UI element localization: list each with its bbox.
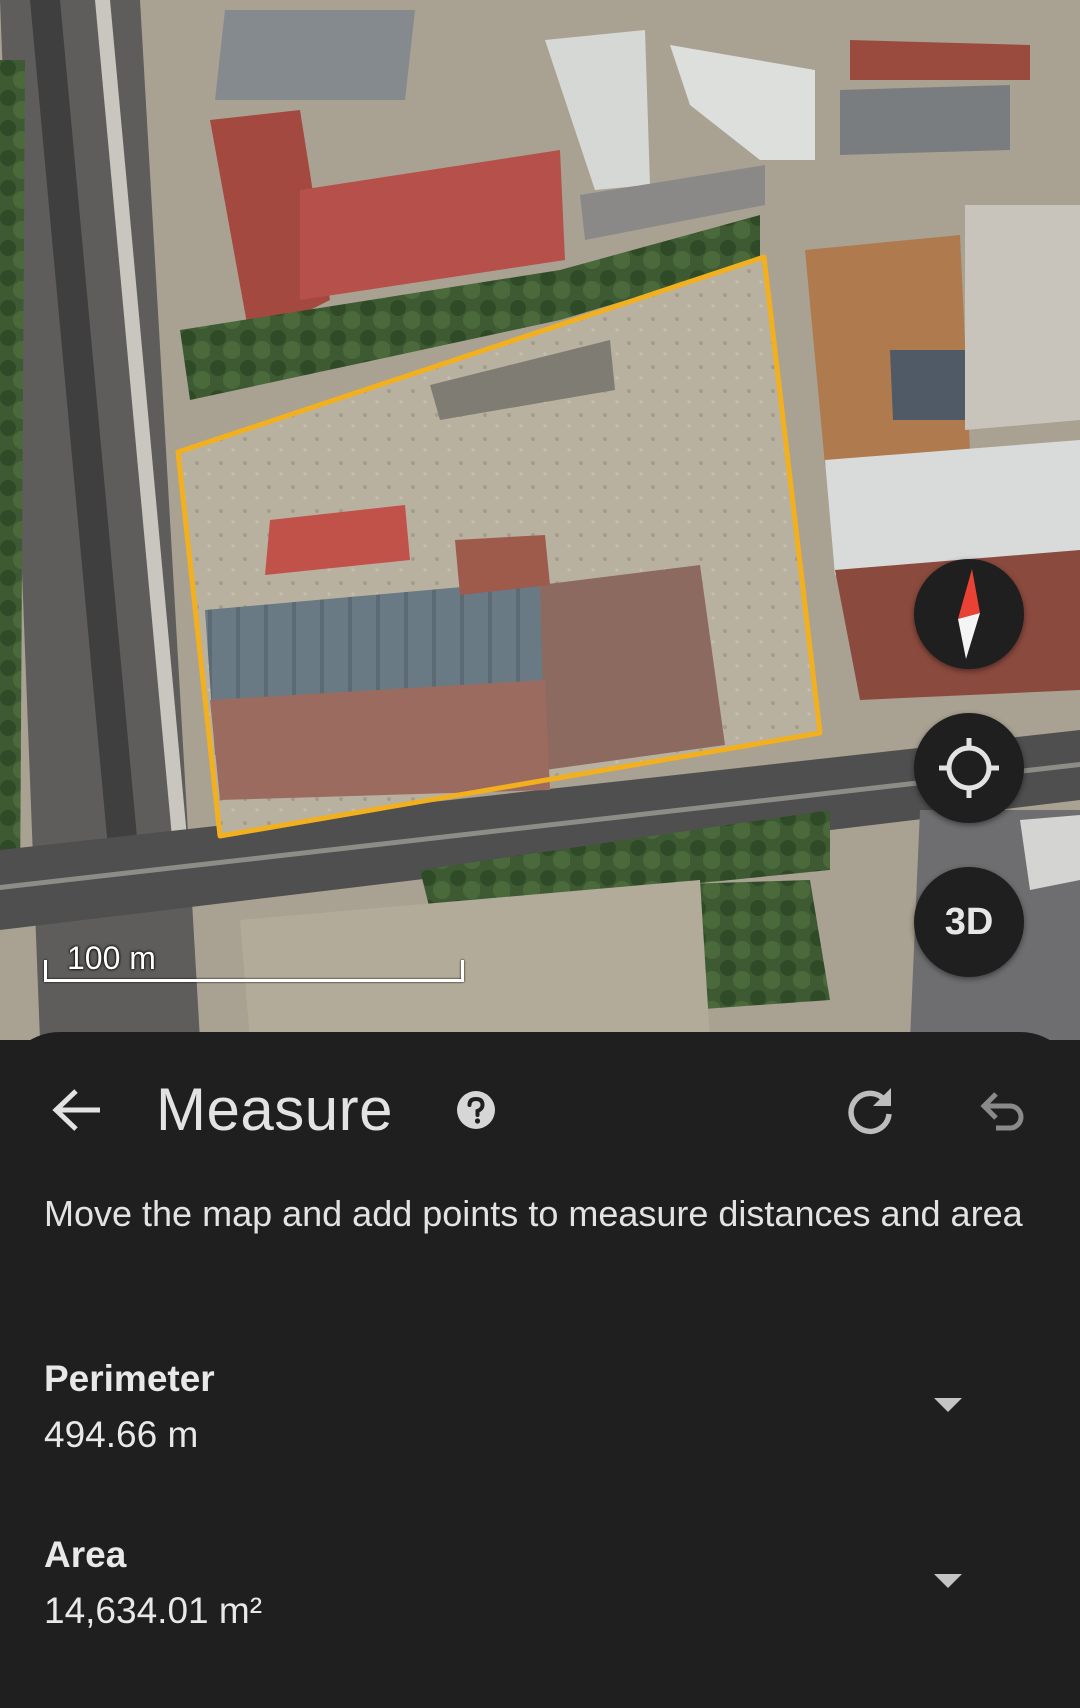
satellite-imagery	[0, 0, 1080, 1040]
chevron-down-icon[interactable]	[932, 1395, 964, 1415]
redo-icon	[848, 1088, 892, 1135]
area-label: Area	[44, 1534, 127, 1575]
undo-icon	[980, 1092, 1024, 1131]
area-row[interactable]: Area 14,634.01 m²	[0, 1526, 1080, 1656]
help-button[interactable]	[456, 1090, 496, 1130]
redo-button[interactable]	[842, 1082, 898, 1138]
area-value: 14,634.01 m²	[44, 1590, 263, 1631]
perimeter-row[interactable]: Perimeter 494.66 m	[0, 1350, 1080, 1480]
3d-label: 3D	[944, 900, 994, 943]
scale-bar	[44, 960, 464, 982]
back-button[interactable]	[44, 1077, 110, 1143]
perimeter-label: Perimeter	[44, 1358, 215, 1399]
3d-toggle-button[interactable]: 3D	[914, 867, 1024, 977]
arrow-back-icon	[52, 1089, 100, 1131]
panel-title: Measure	[156, 1076, 393, 1143]
map-scale: 100 m	[44, 940, 466, 984]
instructions-text: Move the map and add points to measure d…	[44, 1193, 1023, 1234]
my-location-icon	[939, 738, 999, 798]
chevron-down-icon[interactable]	[932, 1571, 964, 1591]
help-circle-icon	[457, 1091, 495, 1129]
undo-button[interactable]	[974, 1082, 1030, 1138]
compass-icon	[958, 569, 980, 659]
satellite-map[interactable]: 3D 100 m	[0, 0, 1080, 1040]
compass-button[interactable]	[914, 559, 1024, 669]
perimeter-value: 494.66 m	[44, 1414, 199, 1455]
my-location-button[interactable]	[914, 713, 1024, 823]
